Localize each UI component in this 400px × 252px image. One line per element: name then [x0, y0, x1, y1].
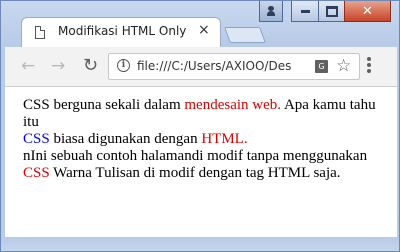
- red-text: HTML.: [201, 131, 248, 147]
- text-segment: biasa digunakan dengan: [49, 131, 202, 147]
- maximize-icon: [325, 5, 338, 17]
- document-icon: [35, 26, 45, 39]
- text-segment: Warna Tulisan di modif dengan tag HTML s…: [49, 165, 341, 181]
- red-text: CSS: [23, 165, 50, 181]
- address-bar[interactable]: i file:///C:/Users/AXIOO/Des G ☆: [108, 53, 360, 80]
- tab-modifikasi-html[interactable]: Modifikasi HTML Only ×: [21, 17, 221, 47]
- browser-window: Modifikasi HTML Only × ✕ ← → ↻ i file://…: [0, 0, 400, 252]
- window-bottom-frame: [1, 237, 399, 251]
- minimize-icon: [300, 9, 310, 13]
- maximize-button[interactable]: [318, 1, 345, 22]
- text-segment: CSS berguna sekali dalam: [23, 97, 185, 113]
- tab-title: Modifikasi HTML Only: [58, 24, 187, 38]
- text-segment: nIni sebuah contoh halamandi modif tanpa…: [23, 148, 368, 164]
- menu-icon[interactable]: [367, 57, 371, 77]
- user-profile-button[interactable]: [259, 1, 283, 22]
- back-button[interactable]: ←: [21, 56, 35, 76]
- reload-button[interactable]: ↻: [83, 56, 98, 76]
- forward-button[interactable]: →: [51, 56, 65, 76]
- minimize-button[interactable]: [291, 1, 319, 22]
- tab-close-icon[interactable]: ×: [198, 22, 210, 38]
- title-bar: Modifikasi HTML Only × ✕: [1, 1, 399, 47]
- bookmark-star-icon[interactable]: ☆: [336, 56, 351, 76]
- translate-icon[interactable]: G: [315, 60, 328, 73]
- user-icon: [267, 6, 275, 16]
- page-content: CSS berguna sekali dalam mendesain web. …: [5, 87, 397, 237]
- red-text: mendesain web.: [184, 97, 282, 113]
- url-text[interactable]: file:///C:/Users/AXIOO/Des: [137, 59, 305, 73]
- close-window-button[interactable]: ✕: [344, 1, 391, 22]
- info-icon[interactable]: i: [117, 59, 130, 72]
- new-tab-button[interactable]: [224, 27, 266, 43]
- close-icon: ✕: [362, 3, 373, 19]
- browser-toolbar: ← → ↻ i file:///C:/Users/AXIOO/Des G ☆: [5, 47, 397, 87]
- blue-text: CSS: [23, 131, 50, 147]
